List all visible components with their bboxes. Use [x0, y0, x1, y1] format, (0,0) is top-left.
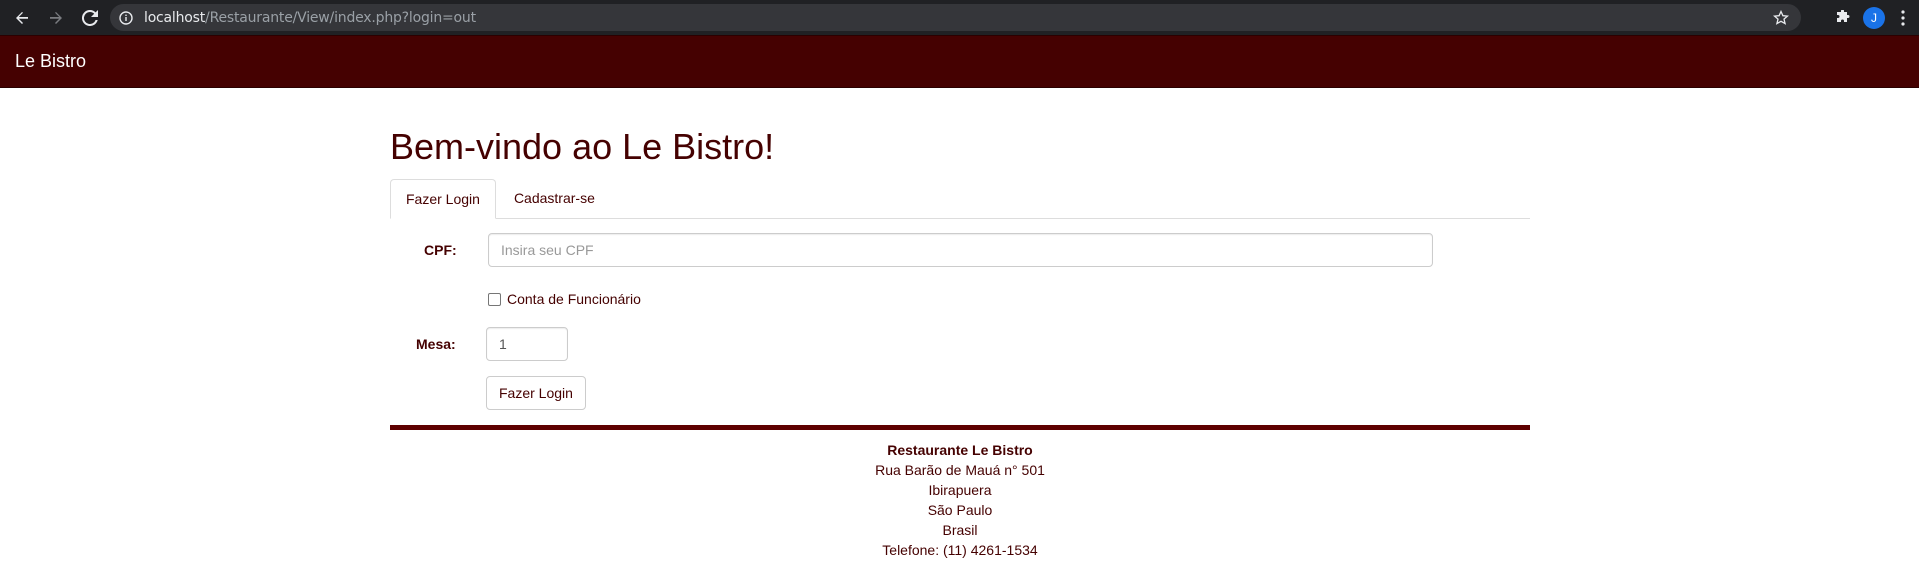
footer-district: Ibirapuera — [928, 482, 992, 498]
more-menu-icon[interactable] — [1895, 8, 1911, 28]
footer-divider — [390, 425, 1530, 430]
url-text: localhost/Restaurante/View/index.php?log… — [144, 9, 476, 26]
main-container: Bem-vindo ao Le Bistro! Fazer Login Cada… — [390, 87, 1530, 219]
cpf-label: CPF: — [424, 242, 457, 258]
tab-login-label: Fazer Login — [406, 190, 480, 207]
reload-icon[interactable] — [76, 4, 104, 32]
footer-city: São Paulo — [927, 502, 993, 518]
address-bar[interactable]: localhost/Restaurante/View/index.php?log… — [110, 4, 1801, 31]
footer: Restaurante Le Bistro Rua Barão de Mauá … — [390, 440, 1530, 560]
tab-bar: Fazer Login Cadastrar-se — [390, 178, 1530, 219]
bookmark-star-icon[interactable] — [1771, 8, 1791, 28]
footer-address: Rua Barão de Mauá n° 501 — [875, 462, 1045, 478]
browser-toolbar: localhost/Restaurante/View/index.php?log… — [0, 0, 1919, 35]
login-submit-button[interactable]: Fazer Login — [486, 376, 586, 410]
site-navbar: Le Bistro — [0, 35, 1919, 88]
footer-country: Brasil — [942, 522, 978, 538]
brand-link[interactable]: Le Bistro — [15, 51, 86, 72]
employee-account-row: Conta de Funcionário — [488, 290, 641, 308]
table-row: Mesa: — [416, 327, 456, 361]
login-submit-label: Fazer Login — [499, 385, 573, 401]
back-icon[interactable] — [8, 4, 36, 32]
footer-phone: Telefone: (11) 4261-1534 — [882, 542, 1038, 558]
page-title: Bem-vindo ao Le Bistro! — [390, 126, 775, 167]
extensions-puzzle-icon[interactable] — [1833, 8, 1853, 28]
profile-avatar[interactable]: J — [1863, 6, 1885, 29]
employee-account-label[interactable]: Conta de Funcionário — [507, 291, 641, 307]
table-number-input[interactable] — [486, 327, 568, 361]
cpf-input[interactable] — [488, 233, 1433, 267]
cpf-row: CPF: — [424, 233, 457, 267]
employee-account-checkbox[interactable] — [488, 292, 501, 306]
tab-register[interactable]: Cadastrar-se — [498, 178, 611, 218]
tab-login[interactable]: Fazer Login — [390, 178, 496, 219]
footer-restaurant-name: Restaurante Le Bistro — [887, 442, 1033, 458]
tab-register-label: Cadastrar-se — [513, 189, 595, 206]
table-label: Mesa: — [416, 336, 456, 352]
info-icon[interactable] — [118, 10, 134, 26]
forward-icon[interactable] — [42, 4, 70, 32]
